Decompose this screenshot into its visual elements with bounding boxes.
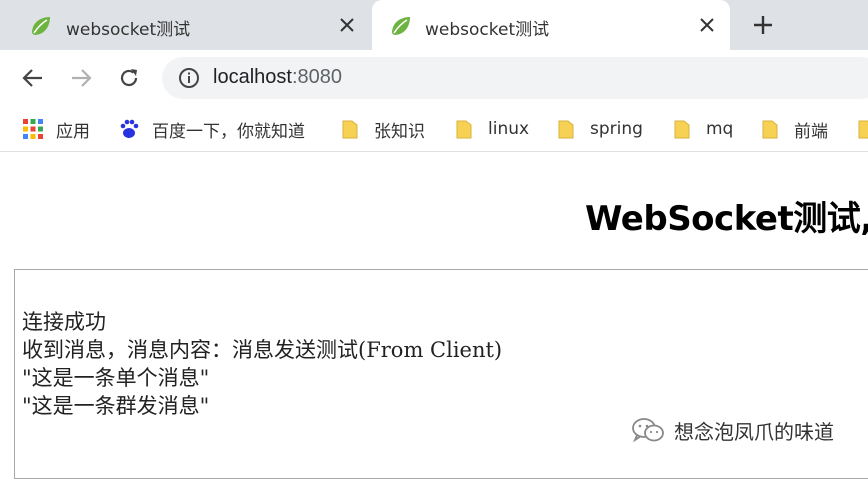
wechat-watermark: 想念泡凤爪的味道	[630, 415, 834, 445]
close-tab-icon[interactable]	[696, 14, 718, 36]
apps-grid-icon	[23, 119, 43, 139]
folder-icon	[456, 120, 472, 139]
bookmark-label: 前端	[794, 121, 828, 142]
spring-leaf-icon	[32, 17, 50, 35]
bookmark-folder-spring[interactable]: spring	[556, 114, 643, 144]
tab-title: websocket测试	[66, 20, 191, 40]
message-line: 收到消息，消息内容：消息发送测试(From Client)	[22, 338, 503, 362]
bookmark-folder-linux[interactable]: linux	[454, 114, 529, 144]
spring-leaf-icon	[392, 17, 410, 35]
url-port: :8080	[291, 66, 342, 88]
folder-icon	[342, 120, 358, 139]
page-title: WebSocket测试,	[585, 199, 868, 239]
bookmark-folder-zhang[interactable]: 张知识	[340, 114, 425, 144]
tab-title: websocket测试	[425, 20, 550, 40]
message-line: "这是一条单个消息"	[22, 366, 210, 390]
back-arrow-icon[interactable]	[19, 64, 47, 92]
bookmark-baidu[interactable]: 百度一下，你就知道	[118, 114, 305, 144]
bookmarks-bar: 应用 百度一下，你就知道 张知识 linux spring mq 前端	[0, 106, 868, 152]
info-icon[interactable]	[178, 67, 200, 89]
tab-websocket-1[interactable]: websocket测试	[0, 0, 372, 50]
bookmark-folder-frontend[interactable]: 前端	[760, 114, 828, 144]
bookmark-folder-mq[interactable]: mq	[672, 114, 733, 144]
reload-icon[interactable]	[115, 64, 143, 92]
message-line: 连接成功	[22, 310, 106, 334]
url-text[interactable]: localhost:8080	[213, 66, 342, 89]
bookmark-apps[interactable]: 应用	[22, 114, 90, 144]
baidu-paw-icon	[120, 119, 139, 138]
watermark-text: 想念泡凤爪的味道	[674, 419, 834, 444]
folder-icon	[674, 120, 690, 139]
message-log-textarea[interactable]: 连接成功 收到消息，消息内容：消息发送测试(From Client) "这是一条…	[14, 269, 868, 479]
folder-icon	[762, 120, 778, 139]
page-content: WebSocket测试, 连接成功 收到消息，消息内容：消息发送测试(From …	[0, 153, 868, 479]
message-line: "这是一条群发消息"	[22, 394, 210, 418]
address-bar[interactable]: localhost:8080	[162, 57, 868, 99]
close-tab-icon[interactable]	[336, 14, 358, 36]
url-host: localhost	[213, 66, 292, 88]
bookmark-label: 百度一下，你就知道	[152, 121, 305, 142]
forward-arrow-icon[interactable]	[67, 64, 95, 92]
wechat-icon	[632, 418, 664, 443]
bookmark-label: linux	[488, 119, 530, 139]
bookmark-label: 应用	[56, 121, 90, 142]
tab-websocket-2[interactable]: websocket测试	[372, 0, 730, 50]
bookmark-label: spring	[590, 119, 643, 139]
bookmark-label: 张知识	[374, 121, 425, 142]
bookmark-folder-overflow[interactable]	[856, 114, 868, 144]
folder-icon	[858, 120, 868, 139]
bookmark-label: mq	[706, 119, 734, 139]
tab-strip: websocket测试 websocket测试	[0, 0, 868, 50]
folder-icon	[558, 120, 574, 139]
new-tab-plus-icon[interactable]	[750, 12, 776, 38]
